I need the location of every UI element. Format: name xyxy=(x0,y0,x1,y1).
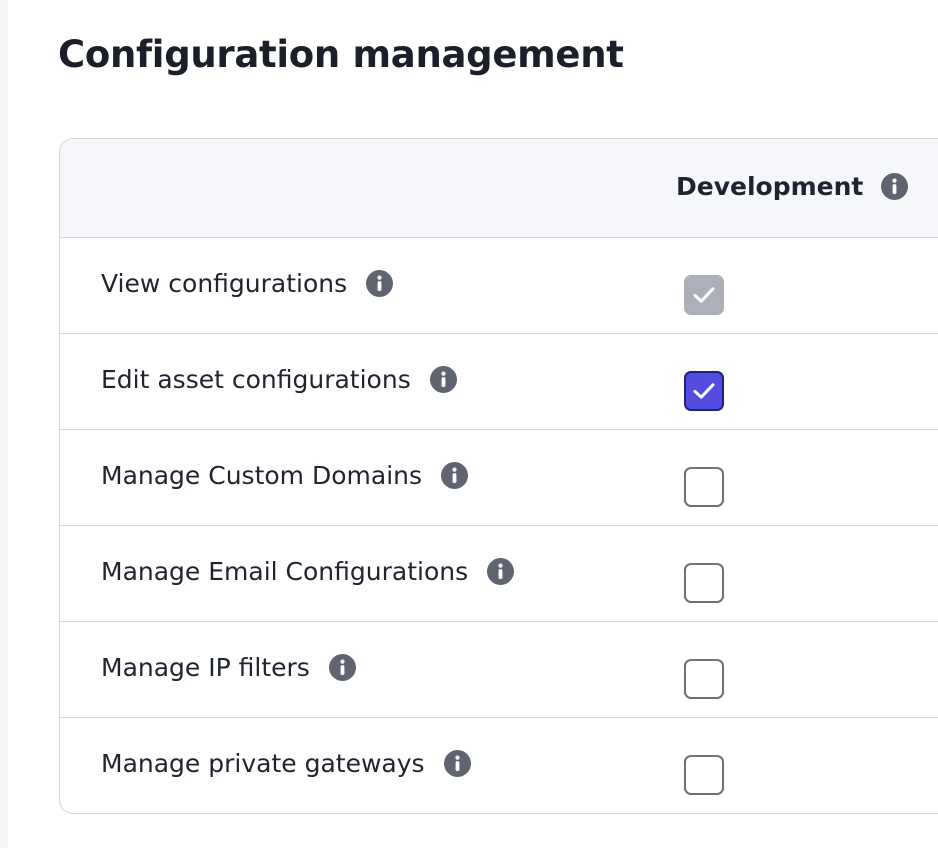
table-row: Manage IP filters xyxy=(60,622,938,718)
column-header-development: Development xyxy=(676,172,909,201)
table-row: Manage Custom Domains xyxy=(60,430,938,526)
permission-checkbox[interactable] xyxy=(684,755,724,795)
permission-label-text: Manage IP filters xyxy=(101,653,310,682)
permission-checkbox[interactable] xyxy=(684,659,724,699)
page: Configuration management Development Vie… xyxy=(0,0,938,848)
permission-label-text: Manage private gateways xyxy=(101,749,425,778)
permission-label: Manage Email Configurations xyxy=(101,557,515,586)
table-row: Manage Email Configurations xyxy=(60,526,938,622)
permission-label-text: Manage Custom Domains xyxy=(101,461,423,490)
table-header: Development xyxy=(60,139,938,238)
checkmark-icon xyxy=(693,287,715,303)
permission-label-text: Edit asset configurations xyxy=(101,365,411,394)
info-icon[interactable] xyxy=(328,654,356,681)
permission-label-text: Manage Email Configurations xyxy=(101,557,469,586)
page-title: Configuration management xyxy=(58,33,624,76)
table-row: View configurations xyxy=(60,238,938,334)
permission-checkbox[interactable] xyxy=(684,563,724,603)
permission-checkbox[interactable] xyxy=(684,371,724,411)
info-icon[interactable] xyxy=(366,270,394,297)
info-icon[interactable] xyxy=(881,173,909,200)
permission-label: Manage private gateways xyxy=(101,749,471,778)
table-row: Manage private gateways xyxy=(60,718,938,813)
permission-checkbox[interactable] xyxy=(684,467,724,507)
info-icon[interactable] xyxy=(441,462,469,489)
permission-label: View configurations xyxy=(101,269,394,298)
info-icon[interactable] xyxy=(429,366,457,393)
permission-label-text: View configurations xyxy=(101,269,348,298)
checkmark-icon xyxy=(693,383,715,399)
permission-label: Manage IP filters xyxy=(101,653,356,682)
info-icon[interactable] xyxy=(443,750,471,777)
column-header-label: Development xyxy=(676,172,864,201)
table-row: Edit asset configurations xyxy=(60,334,938,430)
permission-label: Edit asset configurations xyxy=(101,365,457,394)
info-icon[interactable] xyxy=(487,558,515,585)
permissions-table: Development View configurations Edit ass… xyxy=(59,138,938,814)
permission-checkbox xyxy=(684,275,724,315)
permission-label: Manage Custom Domains xyxy=(101,461,469,490)
